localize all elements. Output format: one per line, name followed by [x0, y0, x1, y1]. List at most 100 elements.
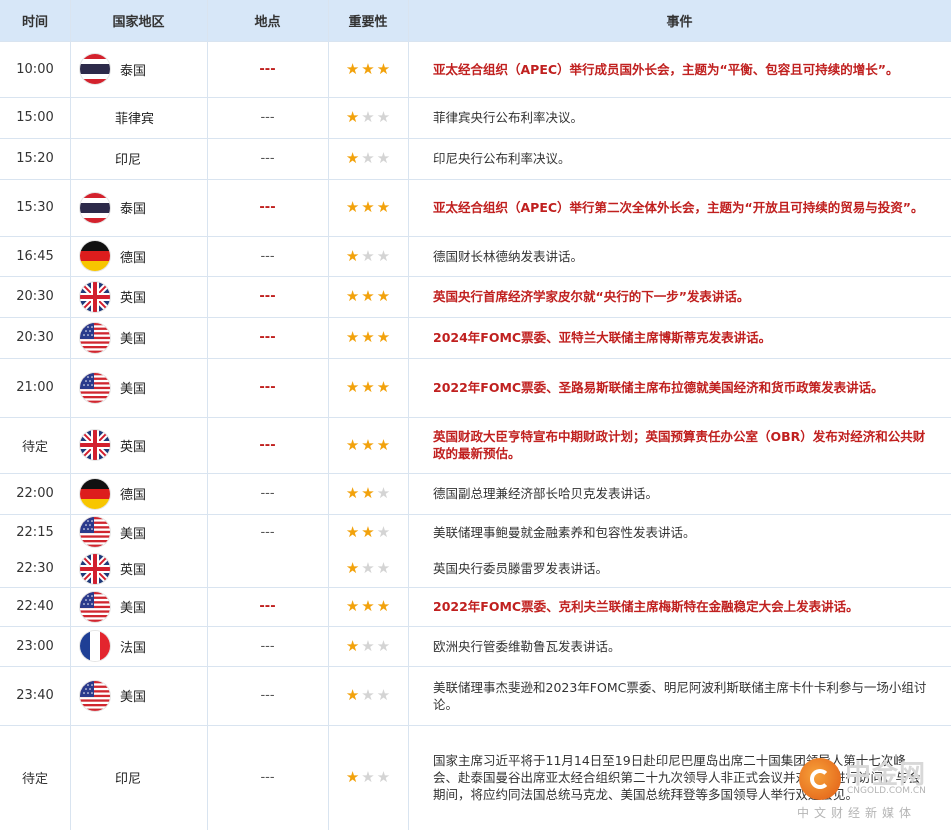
country-name: 英国 [120, 291, 147, 306]
row-country: 菲律宾 [70, 97, 207, 138]
star-filled-icon: ★ [345, 59, 360, 78]
star-filled-icon: ★ [376, 435, 391, 454]
row-divider [0, 138, 951, 139]
row-divider [0, 97, 951, 98]
country-name: 美国 [120, 382, 147, 397]
star-filled-icon: ★ [376, 287, 391, 305]
row-importance: ★ ★ ★ [328, 179, 408, 236]
row-time: 20:30 [16, 330, 54, 345]
star-filled-icon: ★ [361, 378, 375, 396]
star-filled-icon: ★ [361, 435, 375, 454]
column-divider [328, 0, 329, 830]
star-filled-icon: ★ [345, 149, 360, 167]
row-country: 德国 [70, 473, 207, 514]
row-time: 22:00 [16, 486, 54, 501]
country-name: 英国 [120, 439, 147, 455]
uk-flag-icon [80, 430, 110, 460]
uk-flag-icon [80, 553, 110, 584]
germany-flag-icon [80, 241, 110, 271]
star-filled-icon: ★ [361, 198, 375, 216]
row-time: 15:30 [16, 200, 54, 215]
star-empty-icon: ★ [376, 636, 391, 655]
column-divider [70, 0, 71, 830]
row-time: 22:40 [16, 599, 54, 614]
row-importance: ★ ★ ★ [328, 138, 408, 179]
country-name: 美国 [120, 332, 147, 347]
header-location: 地点 [207, 0, 328, 41]
row-divider [0, 179, 951, 180]
row-event: 美联储理事杰斐逊和2023年FOMC票委、明尼阿波利斯联储主席卡什卡利参与一场小… [433, 679, 927, 712]
row-country: 德国 [70, 236, 207, 276]
row-event: 亚太经合组织（APEC）举行第二次全体外长会，主题为“开放且可持续的贸易与投资”… [433, 200, 924, 215]
star-empty-icon: ★ [361, 636, 375, 655]
star-filled-icon: ★ [345, 522, 360, 541]
row-country: 美国 [70, 587, 207, 626]
row-time: 待定 [21, 772, 48, 787]
row-divider [0, 41, 951, 42]
row-location: --- [260, 486, 275, 501]
star-empty-icon: ★ [376, 559, 391, 577]
row-importance: ★ ★ ★ [328, 41, 408, 97]
star-filled-icon: ★ [376, 59, 391, 78]
row-divider [0, 626, 951, 627]
country-name: 菲律宾 [115, 112, 155, 127]
row-time: 23:00 [16, 638, 54, 654]
row-country: 美国 [70, 358, 207, 417]
country-name: 泰国 [120, 202, 147, 217]
row-location: --- [259, 200, 276, 215]
row-divider [0, 236, 951, 237]
row-country: 法国 [70, 626, 207, 666]
row-event: 2024年FOMC票委、亚特兰大联储主席博斯蒂克发表讲话。 [433, 330, 772, 345]
star-empty-icon: ★ [361, 686, 375, 704]
thailand-flag-icon [80, 54, 110, 84]
country-name: 德国 [120, 250, 147, 266]
uk-flag-icon [80, 281, 110, 312]
row-time: 15:00 [16, 110, 54, 125]
row-importance: ★ ★ ★ [328, 666, 408, 725]
row-location [207, 550, 328, 587]
star-filled-icon: ★ [361, 59, 375, 78]
star-empty-icon: ★ [361, 559, 375, 577]
row-location: --- [259, 289, 276, 304]
star-filled-icon: ★ [376, 378, 391, 396]
row-importance: ★ ★ ★ [328, 626, 408, 666]
row-time: 21:00 [16, 380, 54, 395]
germany-flag-icon [80, 478, 110, 509]
row-event: 国家主席习近平将于11月14日至19日赴印尼巴厘岛出席二十国集团领导人第十七次峰… [433, 753, 921, 802]
row-importance: ★ ★ ★ [328, 473, 408, 514]
star-empty-icon: ★ [361, 246, 375, 265]
star-empty-icon: ★ [376, 686, 391, 704]
row-event: 欧洲央行管委维勒鲁瓦发表讲话。 [433, 638, 621, 654]
header-country: 国家地区 [70, 0, 207, 41]
row-time: 待定 [21, 439, 48, 455]
row-divider [0, 473, 951, 474]
row-event: 英国央行首席经济学家皮尔就“央行的下一步”发表讲话。 [433, 289, 750, 304]
country-name: 德国 [120, 488, 147, 503]
row-location: --- [259, 380, 276, 395]
row-time: 20:30 [16, 289, 54, 304]
row-divider [0, 514, 951, 515]
row-country: 美国 [70, 317, 207, 358]
usa-flag-icon [80, 517, 110, 547]
star-filled-icon: ★ [361, 522, 375, 541]
row-event: 德国财长林德纳发表讲话。 [433, 248, 584, 264]
row-time: 22:30 [16, 561, 54, 576]
row-location: --- [260, 248, 275, 264]
star-filled-icon: ★ [345, 198, 360, 216]
star-empty-icon: ★ [376, 522, 391, 541]
row-location: --- [259, 599, 276, 614]
star-empty-icon: ★ [361, 149, 375, 167]
country-name: 泰国 [120, 63, 147, 79]
row-divider [0, 276, 951, 277]
row-country: 印尼 [70, 725, 207, 830]
star-filled-icon: ★ [345, 287, 360, 305]
star-filled-icon: ★ [345, 108, 360, 126]
row-importance: ★ ★ ★ [328, 97, 408, 138]
star-empty-icon: ★ [376, 246, 391, 265]
star-empty-icon: ★ [376, 149, 391, 167]
row-country: 英国 [70, 417, 207, 473]
star-empty-icon: ★ [376, 108, 391, 126]
row-divider [0, 587, 951, 588]
column-divider [408, 0, 409, 830]
row-location: --- [259, 61, 276, 77]
